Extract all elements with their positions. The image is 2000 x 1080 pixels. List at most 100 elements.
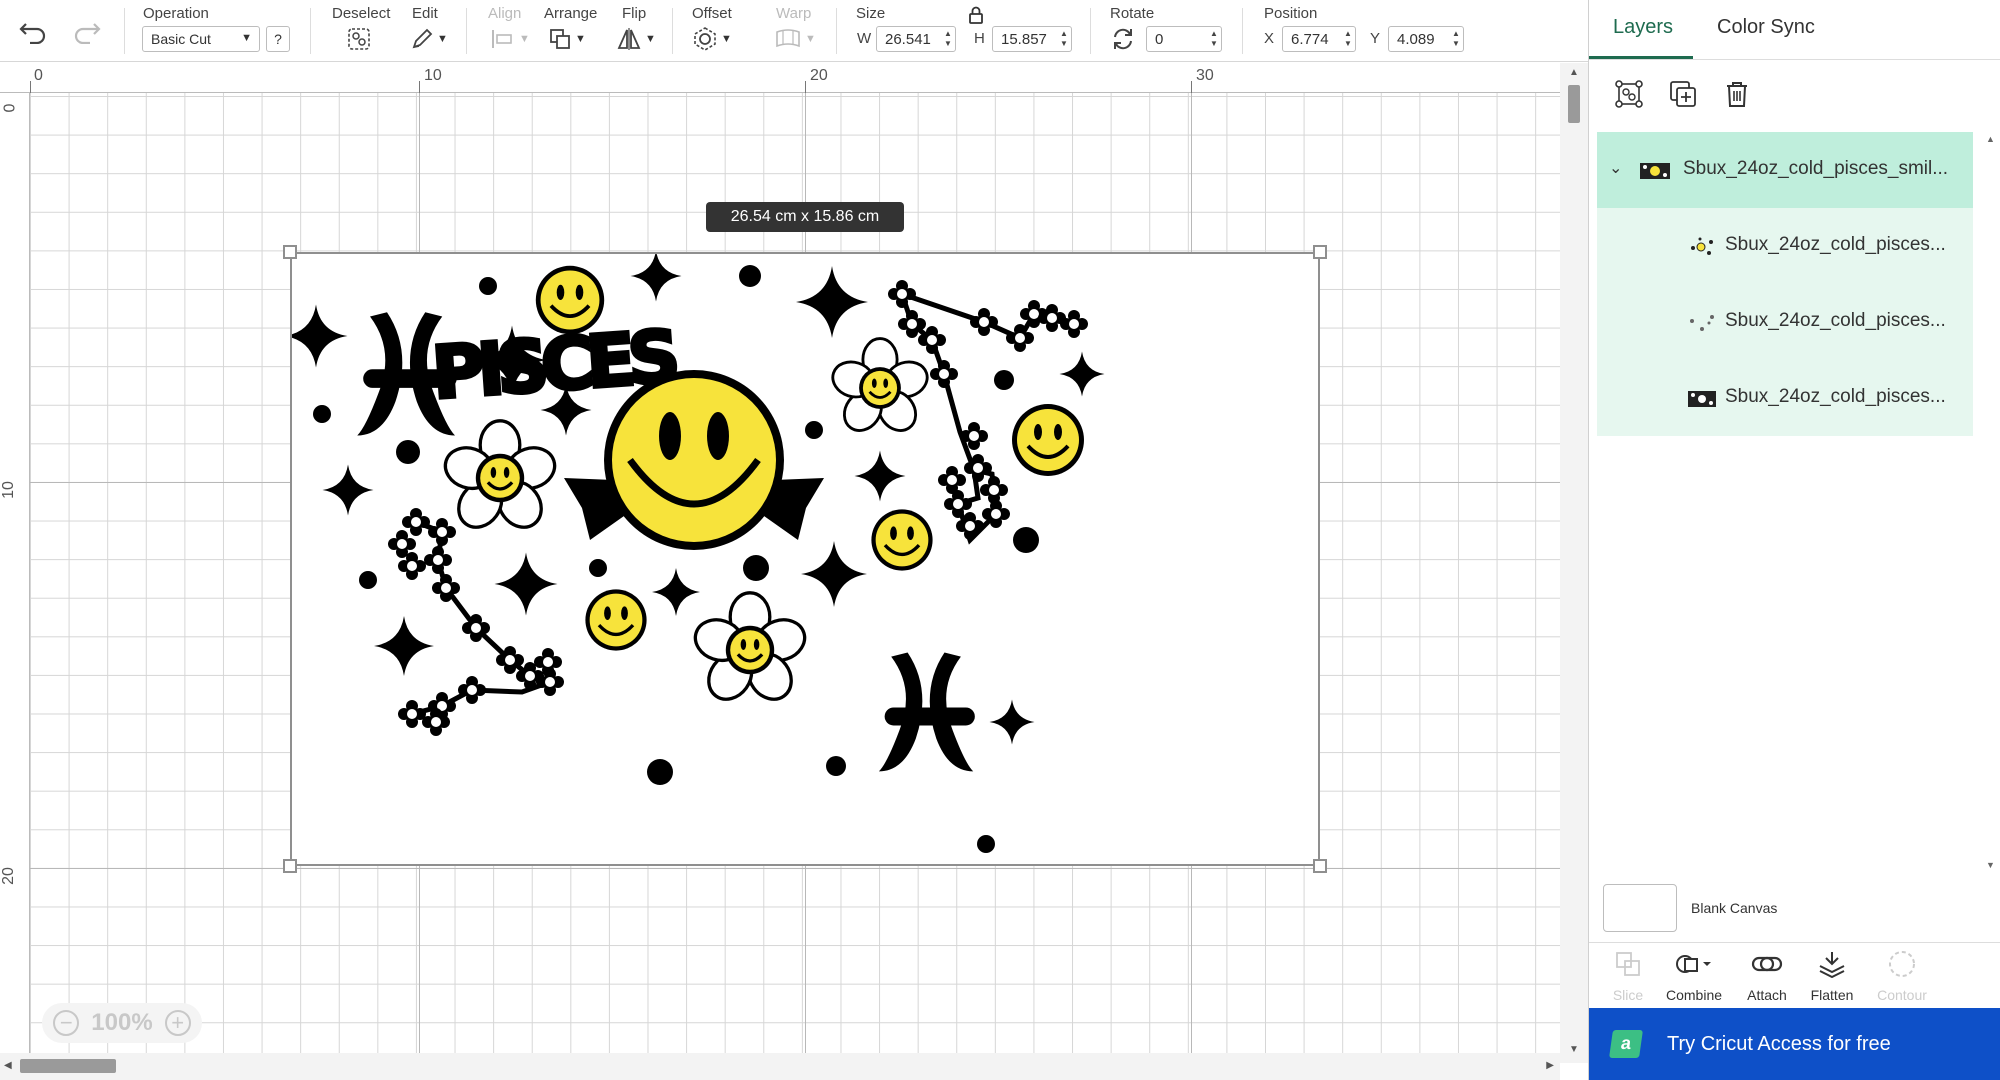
- width-stepper[interactable]: ▲ ▼: [943, 29, 953, 49]
- resize-handle-bottom-left[interactable]: [283, 859, 297, 873]
- toolbar-divider: [124, 8, 125, 54]
- operation-value: Basic Cut: [151, 31, 211, 47]
- ruler-tick: 0: [1, 103, 19, 113]
- resize-handle-bottom-right[interactable]: [1313, 859, 1327, 873]
- undo-button[interactable]: [18, 18, 50, 45]
- delete-button[interactable]: [1721, 78, 1753, 110]
- scroll-left-icon[interactable]: ◀: [4, 1060, 12, 1071]
- blank-canvas-swatch[interactable]: [1603, 884, 1677, 932]
- tab-color-sync[interactable]: Color Sync: [1717, 16, 1815, 39]
- zoom-control: − 100% +: [42, 1003, 202, 1043]
- chevron-down-icon: ▼: [721, 33, 732, 45]
- rotate-label: Rotate: [1110, 5, 1155, 22]
- width-value: 26.541: [885, 31, 931, 48]
- promo-text: Try Cricut Access for free: [1667, 1033, 1891, 1055]
- edit-button[interactable]: ▼: [410, 26, 448, 52]
- vertical-scrollbar[interactable]: ▲ ▼: [1560, 63, 1588, 1063]
- scroll-right-icon[interactable]: ▶: [1546, 1060, 1554, 1071]
- lock-aspect-button[interactable]: [968, 6, 984, 24]
- undo-icon: [19, 23, 46, 45]
- x-label: X: [1264, 30, 1275, 47]
- align-button[interactable]: ▼: [490, 26, 530, 52]
- layer-row[interactable]: Sbux_24oz_cold_pisces...: [1597, 208, 1973, 284]
- chevron-down-icon: ▼: [805, 33, 816, 45]
- offset-button[interactable]: ▼: [692, 26, 732, 52]
- image-thumb-icon: [1640, 163, 1670, 179]
- rotate-input[interactable]: 0 ▲ ▼: [1146, 26, 1222, 52]
- warp-button[interactable]: ▼: [774, 26, 816, 52]
- toolbar-divider: [466, 8, 467, 54]
- y-label: Y: [1370, 30, 1381, 47]
- x-input[interactable]: 6.774 ▲ ▼: [1282, 26, 1356, 52]
- horizontal-scrollbar[interactable]: ◀ ▶: [0, 1053, 1560, 1080]
- y-stepper[interactable]: ▲ ▼: [1451, 29, 1461, 49]
- redo-button[interactable]: [70, 18, 102, 45]
- height-input[interactable]: 15.857 ▲ ▼: [992, 26, 1072, 52]
- arrange-button[interactable]: ▼: [548, 26, 586, 52]
- flatten-button[interactable]: Flatten: [1797, 944, 1867, 1003]
- layer-row[interactable]: Sbux_24oz_cold_pisces...: [1597, 360, 1973, 436]
- scroll-down-icon[interactable]: ▼: [1986, 860, 1995, 870]
- chevron-down-icon: ▼: [645, 33, 656, 45]
- group-button[interactable]: [1613, 78, 1645, 110]
- height-stepper[interactable]: ▲ ▼: [1059, 29, 1069, 49]
- attach-button[interactable]: Attach: [1732, 944, 1802, 1003]
- y-input[interactable]: 4.089 ▲ ▼: [1388, 26, 1464, 52]
- zoom-out-button[interactable]: −: [53, 1010, 80, 1036]
- position-label: Position: [1264, 5, 1318, 22]
- operation-select[interactable]: Basic Cut ▼: [142, 26, 260, 52]
- layer-name: Sbux_24oz_cold_pisces_smil...: [1683, 158, 1949, 179]
- toolbar-divider: [672, 8, 673, 54]
- layer-group-row[interactable]: ⌄ Sbux_24oz_cold_pisces_smil...: [1597, 132, 1973, 208]
- deselect-button[interactable]: [346, 26, 372, 52]
- combine-button[interactable]: Combine: [1649, 944, 1739, 1003]
- scroll-down-icon[interactable]: ▼: [1569, 1044, 1579, 1055]
- height-label: H: [974, 30, 985, 47]
- ruler-tick: 20: [810, 67, 828, 84]
- layer-row[interactable]: Sbux_24oz_cold_pisces...: [1597, 284, 1973, 360]
- layer-name: Sbux_24oz_cold_pisces...: [1725, 386, 1946, 407]
- top-ruler: 0 10 20 30: [0, 63, 1560, 93]
- contour-icon: [1889, 951, 1915, 977]
- flip-icon: [617, 28, 641, 50]
- vertical-scroll-thumb[interactable]: [1568, 85, 1580, 123]
- toolbar-divider: [1242, 8, 1243, 54]
- y-value: 4.089: [1397, 31, 1435, 48]
- rotate-icon: [1114, 28, 1132, 50]
- scroll-up-icon[interactable]: ▲: [1569, 67, 1579, 78]
- x-stepper[interactable]: ▲ ▼: [1343, 29, 1353, 49]
- zoom-in-button[interactable]: +: [164, 1010, 191, 1036]
- flatten-icon: [1819, 952, 1845, 979]
- ruler-tick: 0: [34, 67, 43, 84]
- chevron-down-icon[interactable]: ⌄: [1609, 158, 1622, 178]
- attach-icon: [1751, 956, 1783, 972]
- duplicate-button[interactable]: [1667, 78, 1699, 110]
- rotate-button[interactable]: [1110, 26, 1136, 52]
- resize-handle-top-left[interactable]: [283, 245, 297, 259]
- tab-layers[interactable]: Layers: [1613, 16, 1673, 39]
- width-label: W: [857, 30, 872, 47]
- image-thumb-icon: [1688, 391, 1716, 407]
- offset-label: Offset: [692, 5, 732, 22]
- horizontal-scroll-thumb[interactable]: [20, 1059, 116, 1073]
- width-input[interactable]: 26.541 ▲ ▼: [876, 26, 956, 52]
- chevron-down-icon: ▼: [437, 33, 448, 45]
- scroll-up-icon[interactable]: ▲: [1986, 134, 1995, 144]
- ruler-tick: 20: [0, 867, 17, 885]
- ruler-tick: 10: [0, 481, 17, 499]
- operation-help-button[interactable]: ?: [266, 26, 290, 52]
- pencil-icon: [412, 28, 433, 49]
- arrange-icon: [550, 29, 570, 49]
- dots-thumb-icon: [1691, 237, 1713, 255]
- resize-handle-top-right[interactable]: [1313, 245, 1327, 259]
- flip-button[interactable]: ▼: [616, 26, 656, 52]
- layer-name: Sbux_24oz_cold_pisces...: [1725, 310, 1946, 331]
- rotate-stepper[interactable]: ▲ ▼: [1209, 29, 1219, 49]
- contour-button[interactable]: Contour: [1867, 944, 1937, 1003]
- zoom-level: 100%: [91, 1009, 153, 1036]
- left-ruler: 0 10 20: [0, 93, 30, 1053]
- selected-design[interactable]: PISCES: [283, 245, 1327, 873]
- cricut-access-promo[interactable]: a Try Cricut Access for free: [1589, 1008, 2000, 1080]
- layers-scrollbar[interactable]: ▲ ▼: [1983, 130, 1999, 870]
- dimension-tooltip: 26.54 cm x 15.86 cm: [706, 202, 904, 232]
